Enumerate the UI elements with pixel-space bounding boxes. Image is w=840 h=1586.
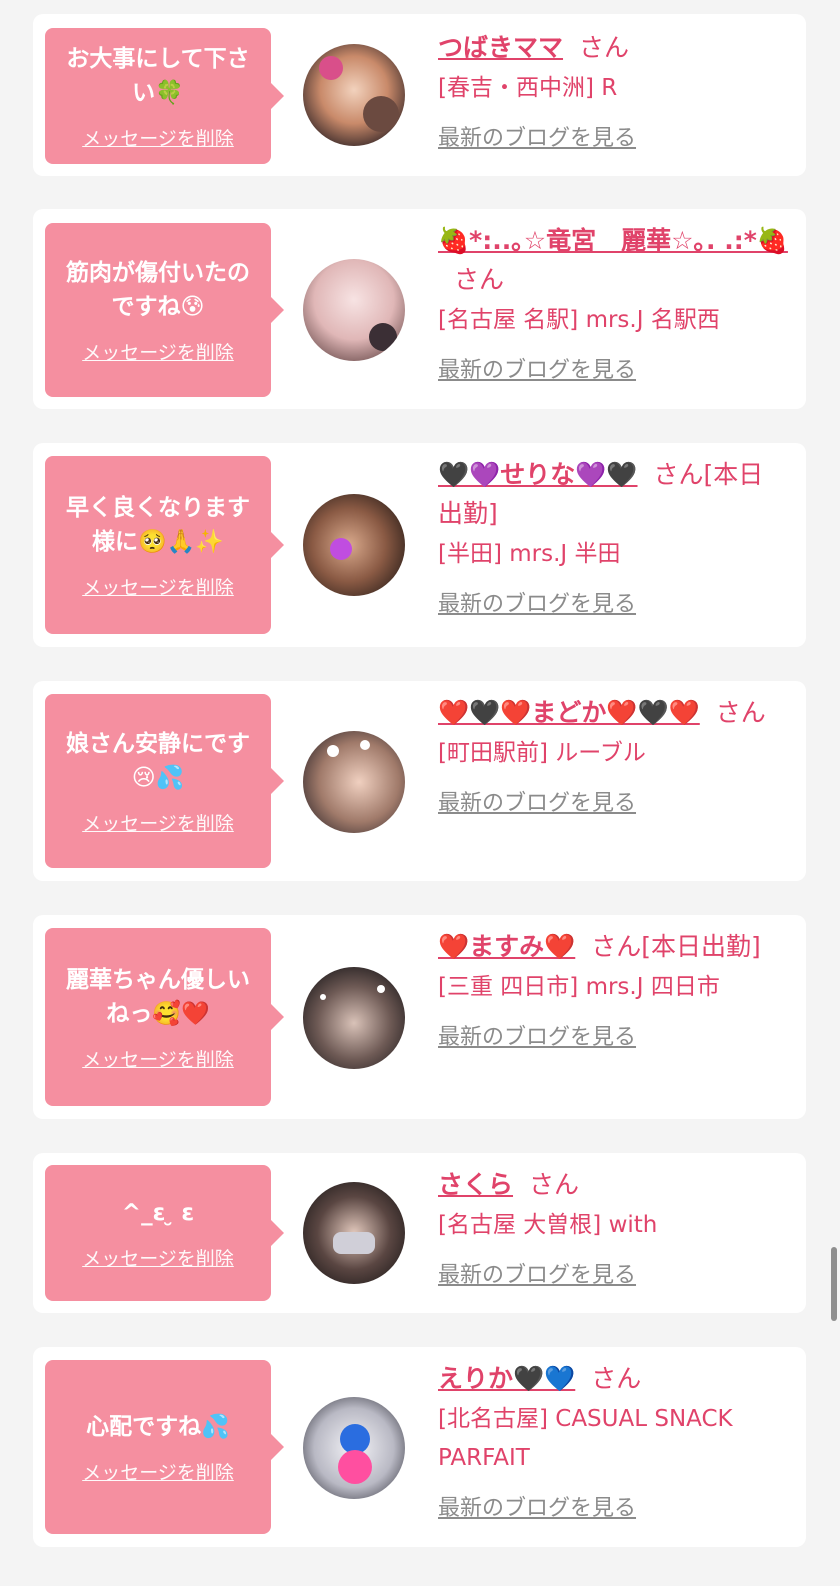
cast-name-link[interactable]: ❤️🖤❤️まどか❤️🖤❤️ [438, 698, 700, 727]
message-bubble: 心配ですね💦 メッセージを削除 [45, 1360, 284, 1534]
honorific: さん [591, 1364, 642, 1393]
scrollbar[interactable] [831, 1247, 837, 1321]
delete-message-button[interactable]: メッセージを削除 [82, 1045, 234, 1072]
message-bubble: 娘さん安静にです😢💦 メッセージを削除 [45, 694, 284, 868]
message-text: 麗華ちゃん優しいねっ🥰❤️ [66, 966, 250, 1027]
delete-message-button[interactable]: メッセージを削除 [82, 338, 234, 365]
view-latest-blog-link[interactable]: 最新のブログを見る [438, 785, 636, 817]
delete-message-button[interactable]: メッセージを削除 [82, 1458, 234, 1485]
cast-name-link[interactable]: えりか🖤💙 [438, 1364, 575, 1393]
avatar[interactable] [303, 1397, 405, 1499]
shop-text: [名古屋 大曽根] with [438, 1212, 658, 1238]
cast-name-link[interactable]: ❤️ますみ❤️ [438, 932, 575, 961]
shop-text: [三重 四日市] mrs.J 四日市 [438, 974, 720, 1000]
view-latest-blog-link[interactable]: 最新のブログを見る [438, 120, 636, 152]
cast-info: えりか🖤💙 さん [北名古屋] CASUAL SNACK PARFAIT 最新のブ… [438, 1359, 788, 1522]
cast-info: ❤️ますみ❤️ さん[本日出勤] [三重 四日市] mrs.J 四日市 最新のブロ… [438, 927, 788, 1051]
view-latest-blog-link[interactable]: 最新のブログを見る [438, 1257, 636, 1289]
message-bubble: ^_ε ̮ ε メッセージを削除 [45, 1165, 284, 1301]
shop-text: [名古屋 名駅] mrs.J 名駅西 [438, 307, 720, 333]
view-latest-blog-link[interactable]: 最新のブログを見る [438, 352, 636, 384]
view-latest-blog-link[interactable]: 最新のブログを見る [438, 586, 636, 618]
honorific: さん [454, 265, 505, 294]
honorific: さん [529, 1170, 580, 1199]
avatar[interactable] [303, 259, 405, 361]
delete-message-button[interactable]: メッセージを削除 [82, 809, 234, 836]
list-item: 早く良くなります様に🥺🙏✨ メッセージを削除 🖤💜せりな💜🖤 さん[本日出勤] [… [33, 443, 806, 647]
honorific: さん [715, 698, 766, 727]
cast-info: つばきママ さん [春吉・西中洲] R 最新のブログを見る [438, 28, 788, 152]
avatar[interactable] [303, 1182, 405, 1284]
delete-message-button[interactable]: メッセージを削除 [82, 124, 234, 151]
cast-name-link[interactable]: つばきママ [438, 33, 563, 62]
message-bubble: お大事にして下さい🍀 メッセージを削除 [45, 28, 284, 164]
name-line: えりか🖤💙 さん [438, 1359, 788, 1398]
name-line: ❤️ますみ❤️ さん[本日出勤] [438, 927, 788, 966]
avatar[interactable] [303, 731, 405, 833]
message-bubble: 麗華ちゃん優しいねっ🥰❤️ メッセージを削除 [45, 928, 284, 1106]
view-latest-blog-link[interactable]: 最新のブログを見る [438, 1490, 636, 1522]
shop-text: [春吉・西中洲] R [438, 75, 618, 101]
avatar[interactable] [303, 494, 405, 596]
list-item: 心配ですね💦 メッセージを削除 えりか🖤💙 さん [北名古屋] CASUAL SN… [33, 1347, 806, 1547]
cast-name-link[interactable]: 🍓*:..｡☆竜宮 麗華☆｡. .:*🍓 [438, 226, 788, 255]
name-line: ❤️🖤❤️まどか❤️🖤❤️ さん [438, 693, 788, 732]
name-line: 🖤💜せりな💜🖤 さん[本日出勤] [438, 455, 788, 533]
message-text: お大事にして下さい🍀 [66, 45, 250, 106]
list-item: 麗華ちゃん優しいねっ🥰❤️ メッセージを削除 ❤️ますみ❤️ さん[本日出勤] [… [33, 915, 806, 1119]
honorific: さん [579, 33, 630, 62]
delete-message-button[interactable]: メッセージを削除 [82, 573, 234, 600]
message-text: 早く良くなります様に🥺🙏✨ [66, 494, 250, 555]
message-text: 筋肉が傷付いたのですね😰 [66, 259, 250, 320]
delete-message-button[interactable]: メッセージを削除 [82, 1244, 234, 1271]
list-item: 筋肉が傷付いたのですね😰 メッセージを削除 🍓*:..｡☆竜宮 麗華☆｡. .:… [33, 209, 806, 409]
message-bubble: 早く良くなります様に🥺🙏✨ メッセージを削除 [45, 456, 284, 634]
cast-info: 🖤💜せりな💜🖤 さん[本日出勤] [半田] mrs.J 半田 最新のブログを見る [438, 455, 788, 618]
message-text: ^_ε ̮ ε [121, 1199, 195, 1226]
list-item: お大事にして下さい🍀 メッセージを削除 つばきママ さん [春吉・西中洲] R 最… [33, 14, 806, 176]
view-latest-blog-link[interactable]: 最新のブログを見る [438, 1019, 636, 1051]
list-item: ^_ε ̮ ε メッセージを削除 さくら さん [名古屋 大曽根] with 最新… [33, 1153, 806, 1313]
honorific: さん[本日出勤] [591, 932, 761, 961]
cast-name-link[interactable]: 🖤💜せりな💜🖤 [438, 460, 638, 489]
avatar[interactable] [303, 44, 405, 146]
shop-text: [北名古屋] CASUAL SNACK PARFAIT [438, 1406, 733, 1471]
avatar[interactable] [303, 967, 405, 1069]
name-line: つばきママ さん [438, 28, 788, 67]
message-text: 心配ですね💦 [86, 1413, 230, 1440]
shop-text: [半田] mrs.J 半田 [438, 541, 621, 567]
cast-info: 🍓*:..｡☆竜宮 麗華☆｡. .:*🍓 さん [名古屋 名駅] mrs.J 名駅… [438, 221, 788, 384]
cast-info: さくら さん [名古屋 大曽根] with 最新のブログを見る [438, 1165, 788, 1289]
list-item: 娘さん安静にです😢💦 メッセージを削除 ❤️🖤❤️まどか❤️🖤❤️ さん [町田駅… [33, 681, 806, 881]
cast-info: ❤️🖤❤️まどか❤️🖤❤️ さん [町田駅前] ルーブル 最新のブログを見る [438, 693, 788, 817]
message-text: 娘さん安静にです😢💦 [66, 730, 250, 791]
name-line: 🍓*:..｡☆竜宮 麗華☆｡. .:*🍓 さん [438, 221, 788, 299]
shop-text: [町田駅前] ルーブル [438, 740, 646, 766]
name-line: さくら さん [438, 1165, 788, 1204]
cast-name-link[interactable]: さくら [438, 1170, 513, 1199]
message-bubble: 筋肉が傷付いたのですね😰 メッセージを削除 [45, 223, 284, 397]
